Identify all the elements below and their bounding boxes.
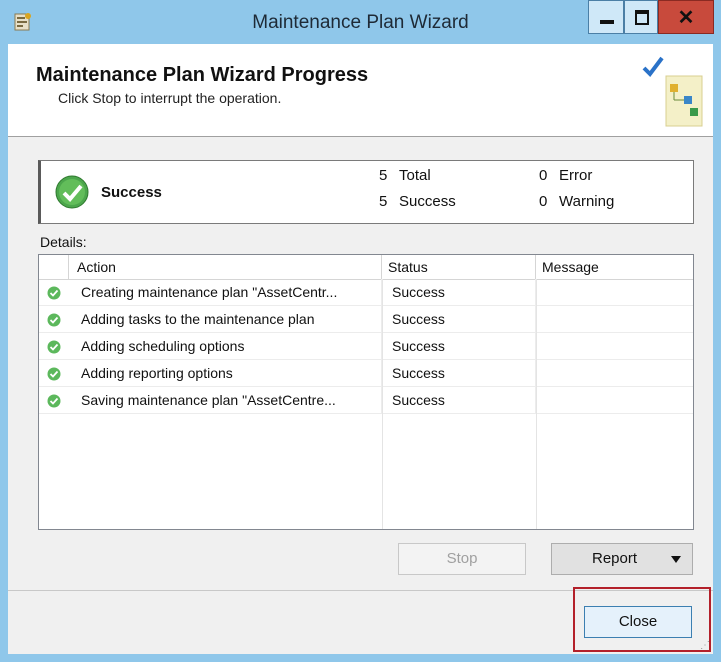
stat-warning-label: Warning	[559, 193, 615, 210]
stat-success-count: 5	[379, 193, 388, 210]
stat-success: 5 Success	[379, 193, 456, 210]
success-check-icon	[55, 175, 89, 209]
wizard-header: Maintenance Plan Wizard Progress Click S…	[8, 44, 713, 137]
wizard-illustration	[642, 56, 703, 127]
wizard-window: Maintenance Plan Wizard ✕ Maintenance Pl…	[0, 0, 721, 662]
stop-button[interactable]: Stop	[398, 543, 526, 575]
cell-action: Adding reporting options	[69, 360, 382, 387]
resize-grip-icon[interactable]: ⋰	[700, 640, 710, 651]
page-title: Maintenance Plan Wizard Progress	[36, 64, 369, 86]
cell-message	[536, 279, 693, 306]
table-row[interactable]: Creating maintenance plan "AssetCentr...…	[39, 279, 693, 306]
success-check-icon	[47, 367, 61, 381]
close-button-highlight	[573, 587, 711, 652]
table-row[interactable]: Adding tasks to the maintenance plan Suc…	[39, 306, 693, 333]
column-divider	[382, 279, 383, 529]
summary-status: Success	[101, 184, 162, 201]
cell-message	[536, 360, 693, 387]
table-row[interactable]: Adding scheduling options Success	[39, 333, 693, 360]
client-area: Maintenance Plan Wizard Progress Click S…	[8, 44, 713, 654]
minimize-button[interactable]	[588, 0, 624, 34]
column-header-status[interactable]: Status	[382, 255, 536, 279]
stat-success-label: Success	[399, 193, 456, 210]
cell-action: Saving maintenance plan "AssetCentre...	[69, 387, 382, 414]
cell-status: Success	[382, 387, 536, 414]
page-subtitle: Click Stop to interrupt the operation.	[58, 90, 282, 106]
cell-status: Success	[382, 333, 536, 360]
minimize-icon	[600, 20, 614, 24]
summary-panel: Success 5 Total 5 Success 0 Error 0 Warning	[38, 160, 694, 224]
maximize-icon	[635, 10, 649, 25]
table-row[interactable]: Adding reporting options Success	[39, 360, 693, 387]
success-check-icon	[47, 286, 61, 300]
cell-message	[536, 306, 693, 333]
column-header-message[interactable]: Message	[536, 255, 693, 279]
stat-total-label: Total	[399, 167, 431, 184]
title-bar[interactable]: Maintenance Plan Wizard ✕	[0, 0, 721, 44]
column-divider	[536, 279, 537, 529]
icon-column-header[interactable]	[39, 255, 69, 279]
cell-status: Success	[382, 279, 536, 306]
report-button-label: Report	[592, 550, 638, 567]
success-check-icon	[47, 340, 61, 354]
stat-warning-count: 0	[539, 193, 548, 210]
details-grid[interactable]: Action Status Message Creating maintenan…	[38, 254, 694, 530]
close-window-button[interactable]: ✕	[658, 0, 714, 34]
close-icon: ✕	[677, 7, 695, 29]
maximize-button[interactable]	[624, 0, 658, 34]
stat-error-label: Error	[559, 167, 593, 184]
report-button[interactable]: Report	[551, 543, 693, 575]
success-check-icon	[47, 394, 61, 408]
table-row[interactable]: Saving maintenance plan "AssetCentre... …	[39, 387, 693, 414]
details-label: Details:	[40, 234, 87, 250]
stat-total: 5 Total	[379, 167, 431, 184]
cell-status: Success	[382, 360, 536, 387]
success-check-icon	[47, 313, 61, 327]
stat-total-count: 5	[379, 167, 388, 184]
cell-status: Success	[382, 306, 536, 333]
column-header-action[interactable]: Action	[69, 255, 382, 279]
cell-action: Adding tasks to the maintenance plan	[69, 306, 382, 333]
stat-error-count: 0	[539, 167, 548, 184]
cell-action: Creating maintenance plan "AssetCentr...	[69, 279, 382, 306]
cell-message	[536, 333, 693, 360]
grid-header: Action Status Message	[39, 255, 693, 280]
stat-warning: 0 Warning	[539, 193, 614, 210]
cell-action: Adding scheduling options	[69, 333, 382, 360]
cell-message	[536, 387, 693, 414]
stat-error: 0 Error	[539, 167, 592, 184]
dropdown-arrow-icon[interactable]	[670, 555, 682, 564]
